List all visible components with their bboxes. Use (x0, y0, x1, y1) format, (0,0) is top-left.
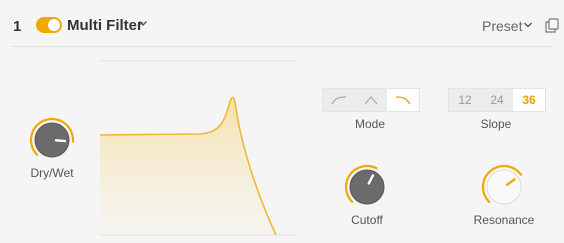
mode-selector[interactable] (322, 88, 420, 112)
slope-option[interactable]: 12 (449, 89, 481, 111)
mode-lowpass[interactable] (387, 89, 419, 111)
fx-header: 1 Multi Filter Preset (0, 0, 564, 46)
slot-number: 1 (13, 18, 22, 35)
resonance-knob[interactable] (480, 163, 528, 211)
chevron-down-icon[interactable] (523, 20, 533, 30)
effect-name[interactable]: Multi Filter (67, 17, 143, 34)
highpass-icon (331, 96, 347, 105)
enable-toggle[interactable] (36, 17, 62, 33)
slope-selector[interactable]: 12 24 36 (448, 88, 546, 112)
bandpass-icon (364, 96, 378, 105)
cutoff-knob[interactable] (343, 163, 391, 211)
cutoff-label: Cutoff (351, 213, 383, 227)
dry-wet-knob[interactable] (28, 116, 76, 164)
mode-label: Mode (354, 117, 386, 131)
slope-option[interactable]: 24 (481, 89, 513, 111)
slope-label: Slope (480, 117, 512, 131)
mode-highpass[interactable] (323, 89, 355, 111)
preset-menu[interactable]: Preset (482, 18, 522, 34)
resonance-label: Resonance (473, 213, 535, 227)
slope-option[interactable]: 36 (513, 89, 545, 111)
mode-bandpass[interactable] (355, 89, 387, 111)
copy-icon[interactable] (545, 18, 559, 33)
toggle-knob (48, 19, 60, 31)
header-divider (12, 46, 552, 47)
filter-response-graph[interactable] (100, 60, 296, 238)
lowpass-icon (395, 96, 411, 105)
chevron-down-icon[interactable] (138, 18, 148, 28)
dry-wet-label: Dry/Wet (30, 166, 74, 180)
